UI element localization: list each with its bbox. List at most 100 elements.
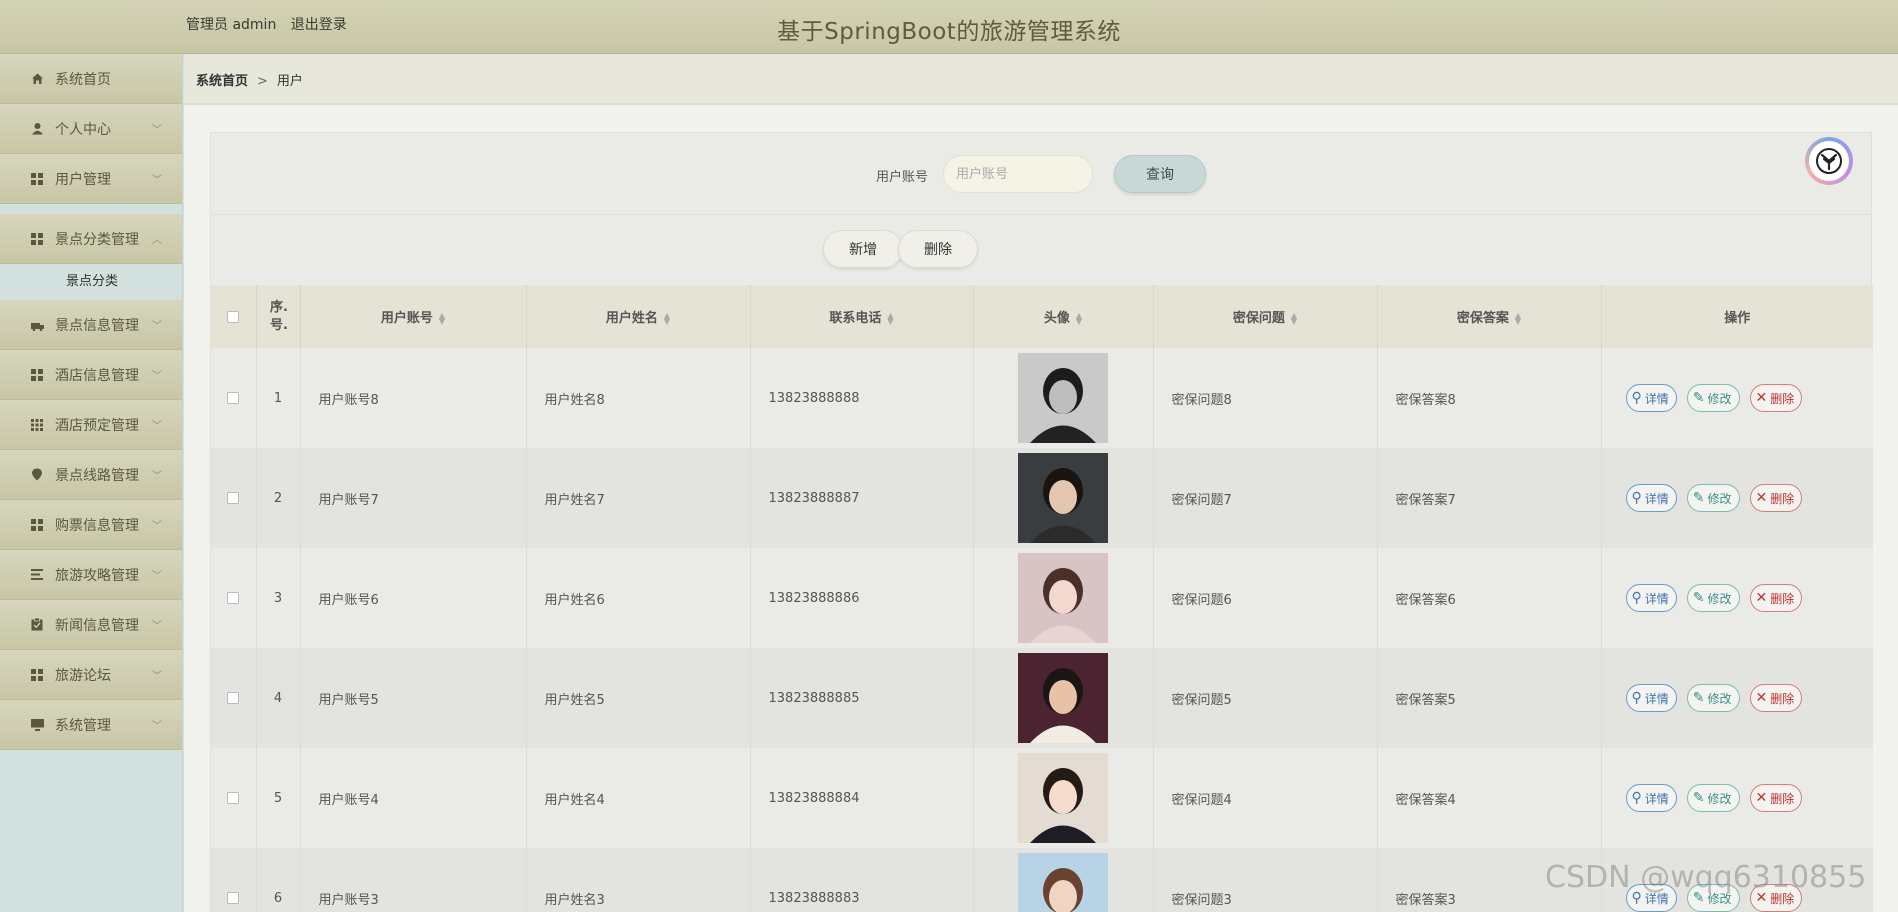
sort-icon[interactable]: ▲ ▼	[439, 311, 445, 325]
chevron-down-icon: ﹀	[152, 321, 162, 332]
sidebar-item-8[interactable]: 景点线路管理 ﹀	[0, 450, 182, 500]
row-checkbox[interactable]	[227, 592, 240, 604]
row-actions: ⚲ 详情 ✎ 修改 ✕ 删除	[1624, 484, 1874, 512]
delete-button[interactable]: ✕ 删除	[1749, 384, 1803, 412]
cell-account: 用户账号4	[300, 748, 527, 848]
sidebar-item-6[interactable]: 酒店信息管理 ﹀	[0, 350, 182, 400]
avatar[interactable]	[974, 453, 1153, 543]
cell-ops: ⚲ 详情 ✎ 修改 ✕ 删除	[1601, 748, 1873, 848]
delete-button[interactable]: ✕ 删除	[1749, 684, 1803, 712]
avatar[interactable]	[974, 753, 1153, 843]
sidebar-item-label: 个人中心	[55, 121, 111, 138]
row-actions: ⚲ 详情 ✎ 修改 ✕ 删除	[1624, 684, 1874, 712]
edit-label: 修改	[1707, 591, 1732, 606]
grid-icon	[30, 518, 44, 532]
col-avatar-header[interactable]: 头像 ▲ ▼	[973, 285, 1154, 348]
cell-name: 用户姓名4	[526, 748, 751, 848]
cell-account: 用户账号3	[300, 848, 527, 912]
sidebar-item-3[interactable]: 用户管理 ﹀	[0, 154, 182, 204]
grid-icon	[30, 368, 44, 382]
detail-button[interactable]: ⚲ 详情	[1625, 684, 1677, 712]
sidebar-item-7[interactable]: 酒店预定管理 ﹀	[0, 400, 182, 450]
sort-icon[interactable]: ▲ ▼	[1515, 311, 1521, 325]
cell-phone: 13823888883	[750, 848, 974, 912]
add-button[interactable]: 新增	[823, 230, 903, 268]
sidebar-item-4[interactable]: 景点分类管理 ︿	[0, 214, 182, 264]
batch-delete-button[interactable]: 删除	[898, 230, 978, 268]
row-checkbox[interactable]	[227, 392, 240, 404]
detail-button[interactable]: ⚲ 详情	[1625, 484, 1677, 512]
detail-button[interactable]: ⚲ 详情	[1625, 384, 1677, 412]
table-row[interactable]: 5 用户账号4 用户姓名4 13823888884 密保问题4 密保答案4 ⚲ 详情 ✎ 修改 ✕ 删…	[211, 748, 1873, 848]
delete-button[interactable]: ✕ 删除	[1749, 484, 1803, 512]
sidebar-item-label: 系统首页	[55, 71, 111, 88]
avatar[interactable]	[974, 353, 1153, 443]
search-input[interactable]	[943, 155, 1093, 193]
sort-icon[interactable]: ▲ ▼	[1291, 311, 1297, 325]
col-answer-label: 密保答案	[1456, 311, 1509, 326]
cell-ops: ⚲ 详情 ✎ 修改 ✕ 删除	[1601, 348, 1873, 448]
edit-button[interactable]: ✎ 修改	[1686, 484, 1740, 512]
col-phone-header[interactable]: 联系电话 ▲ ▼	[750, 285, 974, 348]
cell-ops: ⚲ 详情 ✎ 修改 ✕ 删除	[1601, 548, 1873, 648]
sidebar-item-label: 购票信息管理	[55, 517, 139, 534]
select-all-checkbox[interactable]	[227, 310, 240, 323]
edit-button[interactable]: ✎ 修改	[1686, 584, 1740, 612]
sidebar-item-label: 系统管理	[55, 717, 111, 734]
sidebar-item-5[interactable]: 景点信息管理 ﹀	[0, 300, 182, 350]
sidebar-item-2[interactable]: 个人中心 ﹀	[0, 104, 182, 154]
pencil-icon: ✎	[1692, 490, 1705, 506]
col-avatar-label: 头像	[1043, 311, 1070, 326]
avatar[interactable]	[974, 653, 1153, 743]
table-row[interactable]: 4 用户账号5 用户姓名5 13823888885 密保问题5 密保答案5 ⚲ 详情 ✎ 修改 ✕ 删…	[211, 648, 1873, 748]
sidebar-subitem-scenic-category[interactable]: 景点分类	[0, 264, 182, 300]
sidebar-item-11[interactable]: 新闻信息管理 ﹀	[0, 600, 182, 650]
sort-icon[interactable]: ▲ ▼	[887, 311, 893, 325]
col-account-header[interactable]: 用户账号 ▲ ▼	[300, 285, 527, 348]
cell-avatar	[973, 848, 1154, 912]
pencil-icon: ✎	[1692, 390, 1705, 406]
detail-label: 详情	[1644, 591, 1669, 606]
row-checkbox[interactable]	[227, 892, 240, 904]
row-actions: ⚲ 详情 ✎ 修改 ✕ 删除	[1624, 584, 1874, 612]
sidebar-item-13[interactable]: 系统管理 ﹀	[0, 700, 182, 750]
col-question-header[interactable]: 密保问题 ▲ ▼	[1153, 285, 1378, 348]
delete-label: 删除	[1770, 791, 1795, 806]
sidebar-item-12[interactable]: 旅游论坛 ﹀	[0, 650, 182, 700]
col-name-header[interactable]: 用户姓名 ▲ ▼	[526, 285, 751, 348]
edit-button[interactable]: ✎ 修改	[1686, 684, 1740, 712]
sort-icon[interactable]: ▲ ▼	[1076, 311, 1082, 325]
home-icon	[30, 72, 44, 86]
detail-button[interactable]: ⚲ 详情	[1625, 784, 1677, 812]
search-icon: ⚲	[1631, 790, 1642, 806]
logo-glyph-icon	[1816, 148, 1842, 174]
query-button[interactable]: 查询	[1114, 155, 1206, 193]
row-checkbox[interactable]	[227, 492, 240, 504]
delete-button[interactable]: ✕ 删除	[1749, 584, 1803, 612]
cell-ops: ⚲ 详情 ✎ 修改 ✕ 删除	[1601, 448, 1873, 548]
col-answer-header[interactable]: 密保答案 ▲ ▼	[1377, 285, 1602, 348]
row-checkbox[interactable]	[227, 792, 240, 804]
avatar[interactable]	[974, 853, 1153, 912]
sidebar-item-9[interactable]: 购票信息管理 ﹀	[0, 500, 182, 550]
detail-button[interactable]: ⚲ 详情	[1625, 584, 1677, 612]
sidebar-item-10[interactable]: 旅游攻略管理 ﹀	[0, 550, 182, 600]
breadcrumb-home[interactable]: 系统首页	[196, 74, 248, 89]
search-label: 用户账号	[876, 170, 929, 185]
sort-icon[interactable]: ▲ ▼	[664, 311, 670, 325]
row-checkbox[interactable]	[227, 692, 240, 704]
avatar[interactable]	[974, 553, 1153, 643]
table-header-row: 序.号. 用户账号 ▲ ▼ 用户姓名 ▲ ▼ 联系电话 ▲ ▼ 头像 ▲ ▼ 密保问题 ▲ ▼ 密保…	[211, 285, 1873, 348]
table-row[interactable]: 3 用户账号6 用户姓名6 13823888886 密保问题6 密保答案6 ⚲ 详情 ✎ 修改 ✕ 删…	[211, 548, 1873, 648]
select-all-header	[211, 285, 257, 348]
app-logo-icon[interactable]	[1805, 137, 1853, 185]
table-row[interactable]: 1 用户账号8 用户姓名8 13823888888 密保问题8 密保答案8 ⚲ 详情 ✎ 修改 ✕ 删…	[211, 348, 1873, 448]
top-header: 管理员 admin 退出登录 基于SpringBoot的旅游管理系统	[0, 0, 1898, 54]
table-row[interactable]: 2 用户账号7 用户姓名7 13823888887 密保问题7 密保答案7 ⚲ 详情 ✎ 修改 ✕ 删…	[211, 448, 1873, 548]
cell-avatar	[973, 648, 1154, 748]
sidebar-item-1[interactable]: 系统首页	[0, 54, 182, 104]
edit-button[interactable]: ✎ 修改	[1686, 784, 1740, 812]
edit-button[interactable]: ✎ 修改	[1686, 384, 1740, 412]
delete-button[interactable]: ✕ 删除	[1749, 784, 1803, 812]
edit-label: 修改	[1707, 691, 1732, 706]
